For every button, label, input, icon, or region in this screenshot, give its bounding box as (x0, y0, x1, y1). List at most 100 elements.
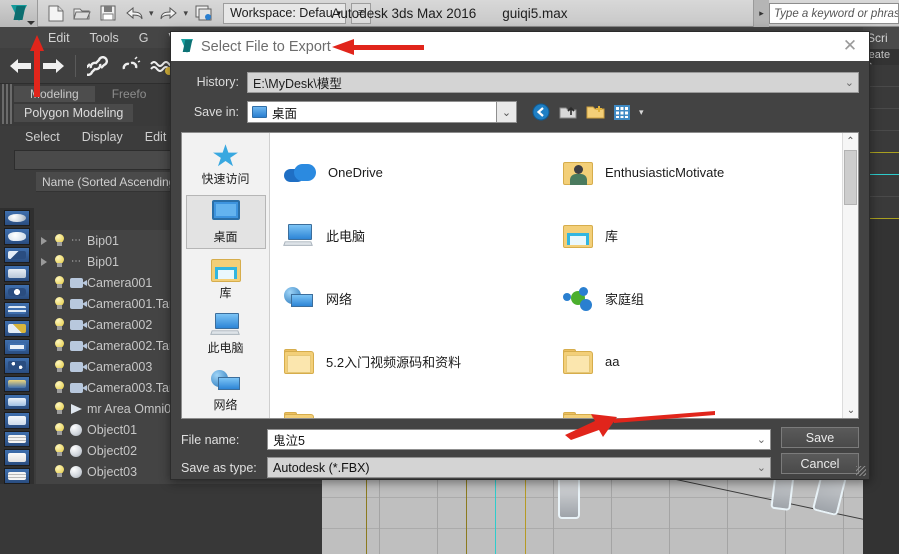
new-folder-icon[interactable] (585, 103, 605, 121)
save-file-icon[interactable] (96, 2, 120, 24)
file-item-this-pc[interactable]: 此电脑 (283, 204, 563, 267)
resize-grip[interactable] (856, 466, 866, 476)
dialog-nav-toolbar[interactable]: ▾ (531, 103, 644, 121)
visibility-bulb-icon[interactable] (54, 339, 65, 352)
display-panel-icon[interactable] (4, 449, 30, 466)
display-list-icon[interactable] (4, 430, 30, 448)
visibility-bulb-icon[interactable] (54, 234, 65, 247)
select-file-to-export-dialog[interactable]: Select File to Export ✕ History: E:\MyDe… (170, 31, 870, 480)
filter-shapes-icon[interactable] (4, 228, 30, 245)
chevron-down-icon[interactable] (27, 20, 35, 25)
history-combobox[interactable]: E:\MyDesk\模型 ⌄ (247, 71, 859, 93)
place-libraries[interactable]: 库 (186, 252, 266, 305)
workspace-dropdown-button[interactable]: ≡ (351, 2, 372, 24)
filter-lights-icon[interactable] (4, 246, 30, 264)
explorer-menu-display[interactable]: Display (71, 130, 134, 144)
ribbon-subtab-polygon-modeling[interactable]: Polygon Modeling (14, 104, 134, 122)
tab-modeling[interactable]: Modeling (14, 86, 96, 102)
redo-toolbar-icon[interactable] (40, 53, 66, 79)
back-icon[interactable] (531, 103, 551, 121)
visibility-bulb-icon[interactable] (54, 255, 65, 268)
redo-dropdown-icon[interactable]: ▾ (183, 8, 190, 19)
views-icon[interactable] (612, 103, 632, 121)
search-input[interactable]: Type a keyword or phras (769, 3, 899, 24)
visibility-bulb-icon[interactable] (54, 276, 65, 289)
open-file-icon[interactable] (70, 2, 94, 24)
scrollbar-thumb[interactable] (844, 150, 857, 205)
up-one-level-icon[interactable] (558, 103, 578, 121)
filter-space-warps-icon[interactable] (4, 302, 30, 319)
expand-arrow-icon[interactable] (38, 256, 50, 268)
chevron-down-icon[interactable]: ⌄ (845, 76, 854, 89)
undo-dropdown-icon[interactable]: ▾ (148, 8, 155, 19)
menu-item-group[interactable]: G (129, 31, 159, 45)
select-and-link-icon[interactable] (85, 53, 111, 79)
visibility-bulb-icon[interactable] (54, 318, 65, 331)
undo-icon[interactable] (122, 2, 146, 24)
visibility-bulb-icon[interactable] (54, 402, 65, 415)
new-file-icon[interactable] (44, 2, 68, 24)
ribbon-grip[interactable] (2, 84, 14, 124)
chevron-down-icon[interactable]: ⌄ (757, 461, 766, 474)
filter-geometry-icon[interactable] (4, 210, 30, 227)
place-quick-access[interactable]: 快速访问 (186, 139, 266, 192)
chevron-down-icon[interactable]: ⌄ (497, 101, 517, 123)
expand-arrow-icon[interactable] (38, 235, 50, 247)
save-as-type-combobox[interactable]: Autodesk (*.FBX) ⌄ (267, 457, 771, 478)
dialog-titlebar[interactable]: Select File to Export ✕ (171, 32, 869, 61)
search-area[interactable]: ▸ Type a keyword or phras (753, 0, 899, 27)
visibility-bulb-icon[interactable] (54, 360, 65, 373)
filter-frozen-icon[interactable] (4, 394, 30, 411)
display-columns-icon[interactable] (4, 467, 30, 485)
file-grid[interactable]: OneDrive EnthusiasticMotivate 此电脑 库 网络 家… (270, 133, 842, 418)
file-item-libraries[interactable]: 库 (563, 204, 842, 267)
scroll-up-icon[interactable]: ⌃ (843, 133, 858, 149)
file-item-partial[interactable] (563, 393, 842, 418)
quick-access-toolbar[interactable]: ▾ ▾ Workspace: Defau ▾ ≡ (38, 2, 372, 24)
save-button[interactable]: Save (781, 427, 859, 448)
cancel-button[interactable]: Cancel (781, 453, 859, 474)
visibility-bulb-icon[interactable] (54, 444, 65, 457)
file-item-enthusiasticmotivate[interactable]: EnthusiasticMotivate (563, 141, 842, 204)
file-item-homegroup[interactable]: 家庭组 (563, 267, 842, 330)
filter-groups-icon[interactable] (4, 338, 30, 356)
place-this-pc[interactable]: 此电脑 (186, 308, 266, 361)
places-bar[interactable]: 快速访问 桌面 库 此电脑 网络 (182, 133, 270, 418)
file-item-onedrive[interactable]: OneDrive (284, 141, 563, 204)
file-browser[interactable]: 快速访问 桌面 库 此电脑 网络 OneDrive EnthusiasticMo… (181, 132, 859, 419)
file-item-network[interactable]: 网络 (284, 267, 563, 330)
max-application-button[interactable] (0, 0, 38, 27)
file-item-aa[interactable]: aa (563, 330, 842, 393)
chevron-down-icon[interactable]: ⌄ (757, 433, 766, 446)
filter-helpers-icon[interactable] (4, 283, 30, 301)
undo-toolbar-icon[interactable] (8, 53, 34, 79)
explorer-filter-toolbar[interactable] (0, 208, 34, 485)
filter-particles-icon[interactable] (4, 375, 30, 393)
filter-cameras-icon[interactable] (4, 265, 30, 282)
workspace-selector[interactable]: Workspace: Defau ▾ (223, 2, 347, 24)
close-icon[interactable]: ✕ (839, 36, 861, 56)
redo-icon[interactable] (157, 2, 181, 24)
unlink-selection-icon[interactable] (117, 53, 143, 79)
filter-bones-icon[interactable] (4, 320, 30, 337)
file-name-input[interactable]: 鬼泣5 ⌄ (267, 429, 771, 450)
visibility-bulb-icon[interactable] (54, 423, 65, 436)
menu-item-edit[interactable]: Edit (38, 31, 80, 45)
place-network[interactable]: 网络 (186, 365, 266, 418)
search-expand-icon[interactable]: ▸ (753, 0, 769, 27)
file-list-scrollbar[interactable]: ⌃ ⌄ (842, 133, 858, 418)
save-in-combobox[interactable]: 桌面 (247, 101, 497, 123)
menu-item-tools[interactable]: Tools (80, 31, 129, 45)
ribbon-tabs[interactable]: Modeling Freefo (14, 86, 164, 102)
filter-hidden-icon[interactable] (4, 412, 30, 429)
visibility-bulb-icon[interactable] (54, 381, 65, 394)
file-item-aboutcg-unity3d[interactable]: ABOUTCG_Unity3d游戏特效制作 (284, 393, 563, 418)
scroll-down-icon[interactable]: ⌄ (843, 402, 858, 418)
chevron-down-icon[interactable]: ▾ (337, 8, 342, 19)
tab-freeform[interactable]: Freefo (96, 86, 164, 102)
filter-xrefs-icon[interactable] (4, 357, 30, 374)
set-project-folder-icon[interactable] (191, 2, 215, 24)
file-item-video-source[interactable]: 5.2入门视频源码和资料 (284, 330, 563, 393)
visibility-bulb-icon[interactable] (54, 465, 65, 478)
chevron-down-icon[interactable]: ▾ (639, 107, 644, 118)
